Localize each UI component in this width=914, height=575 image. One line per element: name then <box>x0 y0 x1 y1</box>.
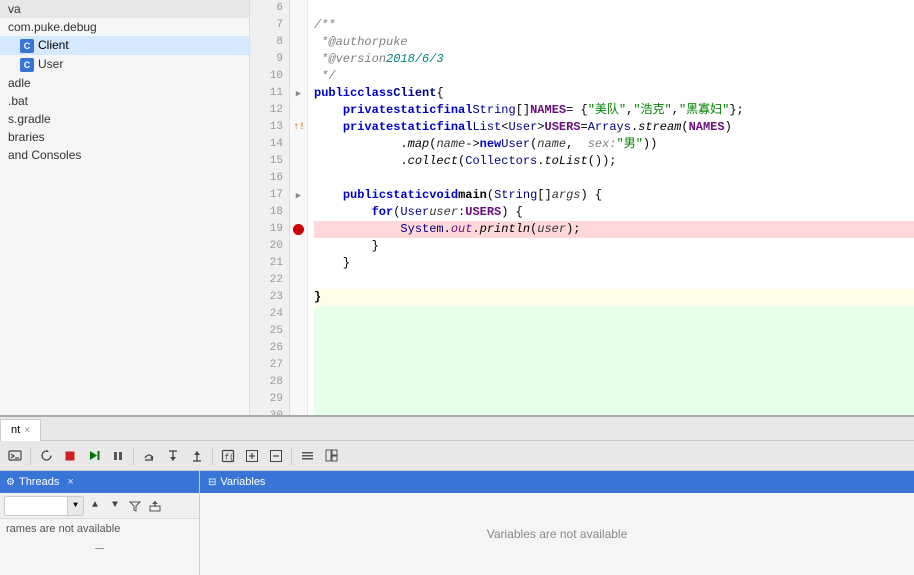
code-content: 6 7 8 9 10 11 12 13 14 15 16 17 18 19 20… <box>250 0 914 415</box>
chevron-down-icon: ▼ <box>73 501 78 510</box>
stop-btn[interactable] <box>59 445 81 467</box>
threads-dropdown-value <box>5 500 67 512</box>
editor-area: va com.puke.debug CClient CUser adle .ba… <box>0 0 914 415</box>
code-line-15: .collect(Collectors.toList()); <box>314 153 914 170</box>
toolbar-sep-2 <box>133 447 134 465</box>
breakpoint-dot <box>293 224 304 235</box>
toolbar-sep-1 <box>30 447 31 465</box>
sidebar-item-adle[interactable]: adle <box>0 74 249 92</box>
code-line-24 <box>314 306 914 323</box>
variables-content: Variables are not available <box>200 493 914 575</box>
threads-close[interactable]: × <box>67 476 73 488</box>
sidebar-item-package[interactable]: com.puke.debug <box>0 18 249 36</box>
variables-panel: ⊟ Variables Variables are not available <box>200 471 914 575</box>
code-editor: 6 7 8 9 10 11 12 13 14 15 16 17 18 19 20… <box>250 0 914 415</box>
filter-btn[interactable] <box>126 497 144 515</box>
code-line-7: /** <box>314 17 914 34</box>
up-arrow-icon: ▲ <box>92 500 98 511</box>
fold-icon-17[interactable]: ▶ <box>290 187 307 204</box>
evaluate-btn[interactable]: f() <box>217 445 239 467</box>
more-btn-2[interactable] <box>265 445 287 467</box>
code-line-27 <box>314 357 914 374</box>
code-line-14: .map(name -> new User(name, sex: "男")) <box>314 136 914 153</box>
rerun-btn[interactable] <box>35 445 57 467</box>
variables-icon: ⊟ <box>208 477 216 488</box>
sidebar: va com.puke.debug CClient CUser adle .ba… <box>0 0 250 415</box>
code-line-13: private static final List<User> USERS = … <box>314 119 914 136</box>
resume-btn[interactable] <box>83 445 105 467</box>
variables-label: Variables <box>220 476 265 488</box>
frames-message: rames are not available <box>0 519 199 539</box>
breakpoint-19[interactable] <box>290 221 307 238</box>
code-line-6 <box>314 0 914 17</box>
code-line-26 <box>314 340 914 357</box>
bottom-panel: nt × <box>0 415 914 575</box>
code-line-19: System.out.println(user); <box>314 221 914 238</box>
sidebar-item-gradle[interactable]: s.gradle <box>0 110 249 128</box>
step-over-btn[interactable] <box>138 445 160 467</box>
step-into-btn[interactable] <box>162 445 184 467</box>
code-line-12: private static final String[] NAMES = {"… <box>314 102 914 119</box>
down-arrow-icon: ▼ <box>112 500 118 511</box>
step-out-btn[interactable] <box>186 445 208 467</box>
code-line-25 <box>314 323 914 340</box>
debug-toolbar: f() <box>0 441 914 471</box>
sidebar-item-libraries[interactable]: braries <box>0 128 249 146</box>
threads-dropdown[interactable]: ▼ <box>4 496 84 516</box>
tab-nt-label: nt <box>11 424 20 436</box>
code-line-23: } <box>314 289 914 306</box>
gutter: ▶ ↑! ▶ <box>290 0 308 415</box>
variables-empty-message: Variables are not available <box>487 527 628 541</box>
sidebar-item-consoles[interactable]: and Consoles <box>0 146 249 164</box>
code-line-10: */ <box>314 68 914 85</box>
sidebar-item-va[interactable]: va <box>0 0 249 18</box>
pause-btn[interactable] <box>107 445 129 467</box>
scroll-indicator: — <box>0 539 199 559</box>
sidebar-item-bat[interactable]: .bat <box>0 92 249 110</box>
line-numbers: 6 7 8 9 10 11 12 13 14 15 16 17 18 19 20… <box>250 0 290 415</box>
code-line-30 <box>314 408 914 415</box>
app-container: va com.puke.debug CClient CUser adle .ba… <box>0 0 914 575</box>
tab-nt-close[interactable]: × <box>24 425 30 436</box>
code-line-28 <box>314 374 914 391</box>
toolbar-sep-4 <box>291 447 292 465</box>
threads-toolbar: ▼ ▲ ▼ <box>0 493 199 519</box>
settings-btn[interactable] <box>296 445 318 467</box>
console-icon-btn[interactable] <box>4 445 26 467</box>
code-lines[interactable]: /** * @author puke * @version 2018/6/3 *… <box>308 0 914 415</box>
code-line-21: } <box>314 255 914 272</box>
tab-nt[interactable]: nt × <box>0 419 41 441</box>
more-btn-1[interactable] <box>241 445 263 467</box>
threads-icon: ⚙ <box>6 477 15 488</box>
sidebar-item-user[interactable]: CUser <box>0 55 249 74</box>
threads-dropdown-arrow[interactable]: ▼ <box>67 497 83 515</box>
toolbar-sep-3 <box>212 447 213 465</box>
sidebar-item-client[interactable]: CClient <box>0 36 249 55</box>
c-icon-user: C <box>20 58 34 72</box>
c-icon: C <box>20 39 34 53</box>
threads-label: Threads <box>19 476 59 488</box>
code-line-9: * @version 2018/6/3 <box>314 51 914 68</box>
fold-icon-11[interactable]: ▶ <box>290 85 307 102</box>
code-line-16 <box>314 170 914 187</box>
variables-header: ⊟ Variables <box>200 471 914 493</box>
panel-content: ⚙ Threads × ▼ ▲ <box>0 471 914 575</box>
code-line-20: } <box>314 238 914 255</box>
scroll-up-btn[interactable]: ▲ <box>86 497 104 515</box>
export-btn[interactable] <box>146 497 164 515</box>
bottom-tab-bar: nt × <box>0 417 914 441</box>
svg-text:f(): f() <box>225 453 236 462</box>
threads-panel: ⚙ Threads × ▼ ▲ <box>0 471 200 575</box>
code-line-29 <box>314 391 914 408</box>
layout-btn[interactable] <box>320 445 342 467</box>
code-line-11: public class Client { <box>314 85 914 102</box>
code-line-18: for (User user : USERS) { <box>314 204 914 221</box>
threads-header: ⚙ Threads × <box>0 471 199 493</box>
code-line-17: public static void main(String[] args) { <box>314 187 914 204</box>
code-line-22 <box>314 272 914 289</box>
scroll-down-btn[interactable]: ▼ <box>106 497 124 515</box>
code-line-8: * @author puke <box>314 34 914 51</box>
